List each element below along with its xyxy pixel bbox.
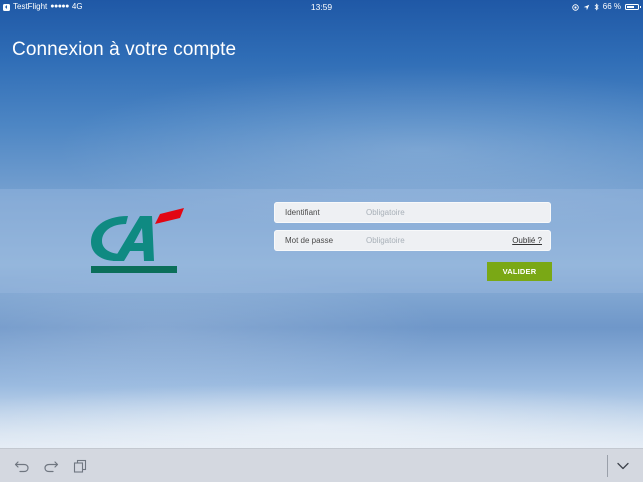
username-input[interactable] — [366, 205, 506, 220]
password-field[interactable]: Mot de passe Oublié ? — [274, 230, 551, 251]
status-right: 66 % — [572, 0, 641, 14]
chevron-down-icon — [617, 462, 629, 470]
navigation-arrow-icon — [583, 4, 590, 10]
battery-percent: 66 % — [602, 2, 621, 11]
location-icon — [572, 3, 579, 11]
password-input[interactable] — [366, 233, 506, 248]
username-field[interactable]: Identifiant — [274, 202, 551, 223]
undo-button[interactable] — [13, 457, 31, 475]
status-bar: TestFlight ●●●●● 4G 13:59 66 % — [0, 0, 643, 14]
logo-green-bar — [91, 266, 177, 273]
paste-button[interactable] — [71, 457, 89, 475]
password-label: Mot de passe — [285, 236, 334, 245]
redo-button[interactable] — [42, 457, 60, 475]
status-time: 13:59 — [310, 2, 333, 12]
hide-keyboard-button[interactable] — [614, 457, 632, 475]
bluetooth-icon — [594, 3, 599, 11]
login-screen: TestFlight ●●●●● 4G 13:59 66 % Connexion… — [0, 0, 643, 482]
page-title: Connexion à votre compte — [12, 39, 237, 60]
clipboard-icon — [73, 459, 87, 473]
battery-icon — [625, 4, 641, 10]
logo-red-accent — [155, 208, 184, 224]
redo-icon — [44, 461, 59, 473]
credit-agricole-logo — [91, 208, 184, 273]
toolbar-divider — [607, 455, 608, 477]
undo-icon — [14, 461, 29, 473]
forgot-password-link[interactable]: Oublié ? — [512, 230, 542, 251]
validate-button[interactable]: VALIDER — [487, 262, 552, 281]
keyboard-shortcut-bar — [0, 448, 643, 482]
username-label: Identifiant — [285, 208, 320, 217]
